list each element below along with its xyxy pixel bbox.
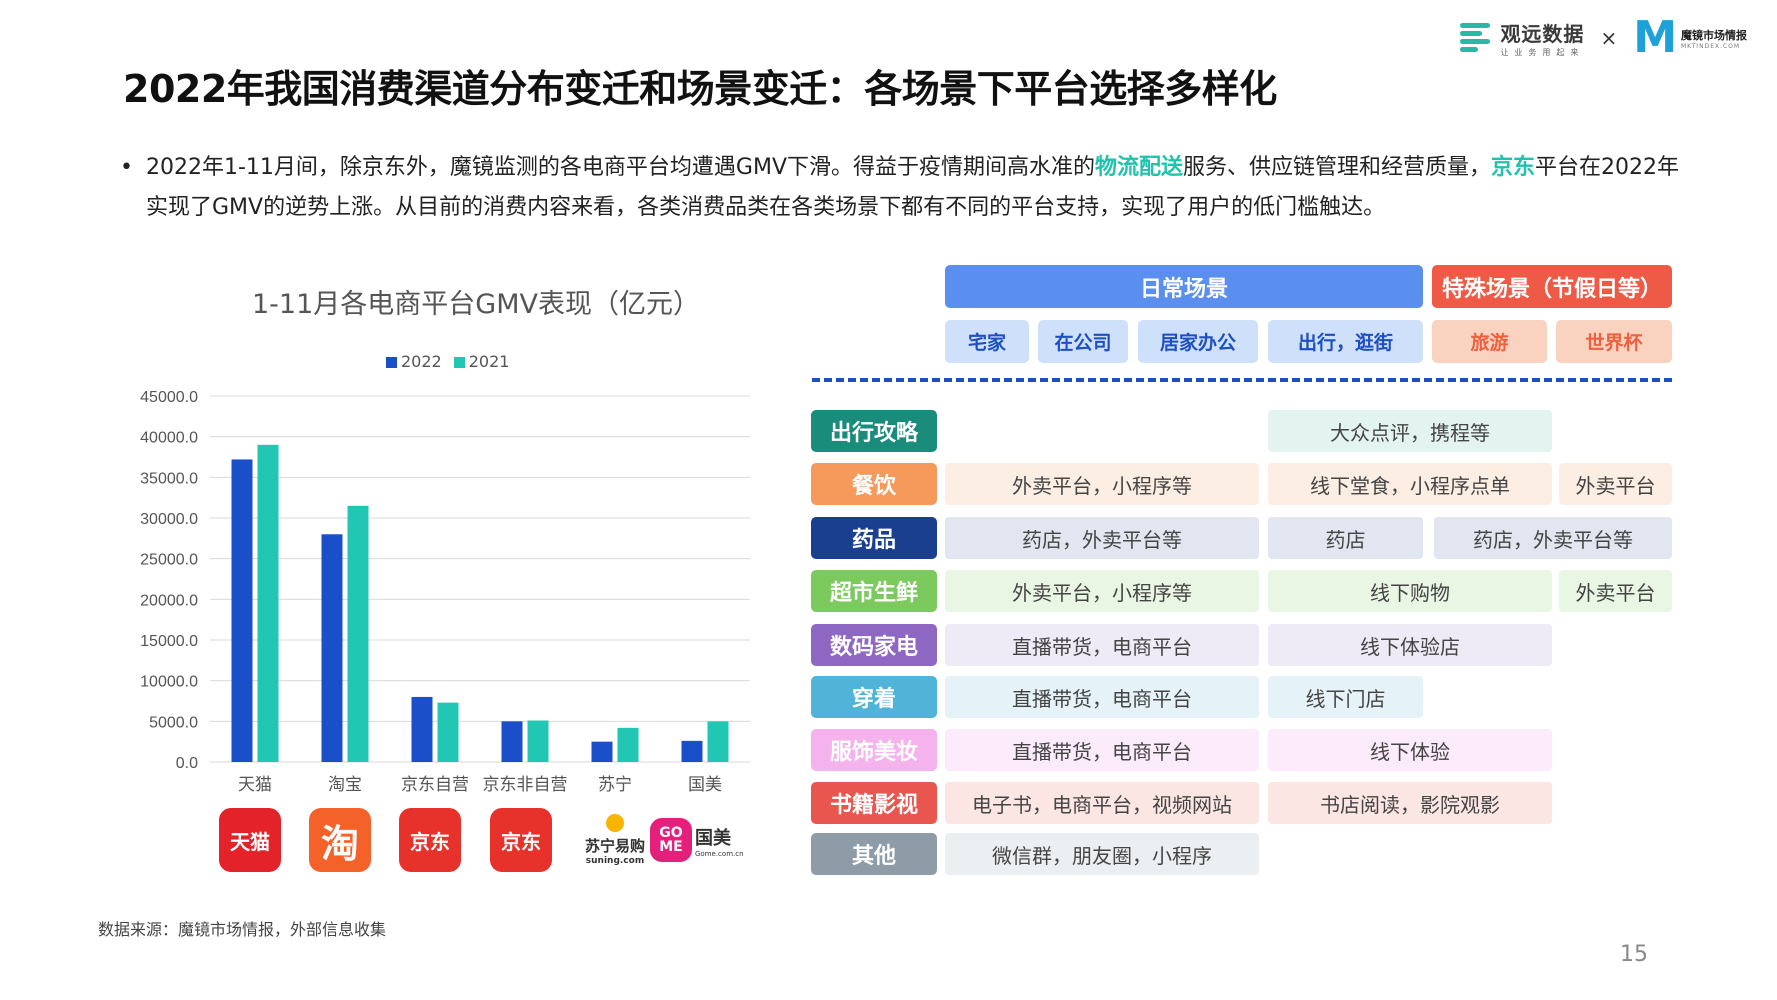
row-cell-1-b: 线下堂食，小程序点单 bbox=[1268, 463, 1552, 505]
y-tick-label: 5000.0 bbox=[149, 714, 198, 731]
bar-2021-1 bbox=[347, 505, 369, 762]
data-source: 数据来源：魔镜市场情报，外部信息收集 bbox=[98, 920, 387, 939]
x-tick-label: 淘宝 bbox=[328, 775, 362, 795]
row-label-3: 超市生鲜 bbox=[811, 570, 937, 612]
scene-sub-4: 旅游 bbox=[1432, 320, 1547, 363]
intro-highlight-logistics: 物流配送 bbox=[1095, 155, 1184, 180]
chart-legend: 2022 2021 bbox=[386, 352, 509, 371]
bar-2021-3 bbox=[527, 720, 549, 762]
row-cell-8-a: 微信群，朋友圈，小程序 bbox=[945, 833, 1259, 875]
bar-2021-2 bbox=[437, 702, 459, 762]
bar-2022-5 bbox=[681, 740, 703, 762]
y-tick-label: 10000.0 bbox=[140, 674, 198, 691]
row-cell-3-c: 外卖平台 bbox=[1559, 570, 1672, 612]
row-cell-1-c: 外卖平台 bbox=[1559, 463, 1672, 505]
row-cell-3-b: 线下购物 bbox=[1268, 570, 1552, 612]
row-cell-4-b: 线下体验店 bbox=[1268, 624, 1552, 666]
scene-sub-2: 居家办公 bbox=[1138, 320, 1258, 363]
x-tick-label: 京东自营 bbox=[401, 775, 469, 795]
mojing-logo: M 魔镜市场情报 MKTINDEX.COM bbox=[1633, 16, 1747, 60]
scene-sub-3: 出行，逛街 bbox=[1268, 320, 1423, 363]
legend-item-2021: 2021 bbox=[453, 352, 509, 371]
guanyuan-logo: 观远数据 让业务用起来 bbox=[1460, 18, 1584, 58]
suning-icon: 苏宁易购 suning.com bbox=[580, 808, 650, 872]
bar-2022-2 bbox=[411, 696, 433, 762]
jd-other-icon: 京东 bbox=[490, 808, 552, 872]
guanyuan-name: 观远数据 bbox=[1500, 22, 1585, 46]
row-cell-5-b: 线下门店 bbox=[1268, 676, 1423, 718]
chart-title: 1-11月各电商平台GMV表现（亿元） bbox=[252, 289, 700, 320]
dashed-divider bbox=[812, 378, 1672, 382]
page-number: 15 bbox=[1620, 942, 1648, 967]
row-cell-6-b: 线下体验 bbox=[1268, 729, 1552, 771]
row-cell-5-a: 直播带货，电商平台 bbox=[945, 676, 1259, 718]
jd-self-icon: 京东 bbox=[399, 808, 461, 872]
bar-2022-4 bbox=[591, 741, 613, 762]
scene-sub-1: 在公司 bbox=[1038, 320, 1128, 363]
times-sign: × bbox=[1600, 26, 1618, 50]
row-cell-2-c: 药店，外卖平台等 bbox=[1434, 517, 1672, 559]
scene-header-daily: 日常场景 bbox=[945, 265, 1423, 308]
y-tick-label: 25000.0 bbox=[140, 552, 198, 569]
scene-header-special: 特殊场景（节假日等） bbox=[1432, 265, 1672, 308]
y-tick-label: 15000.0 bbox=[140, 633, 198, 650]
row-label-4: 数码家电 bbox=[811, 624, 937, 666]
scene-sub-0: 宅家 bbox=[945, 320, 1029, 363]
row-cell-0-b: 大众点评，携程等 bbox=[1268, 410, 1552, 452]
row-cell-7-a: 电子书，电商平台，视频网站 bbox=[945, 782, 1259, 824]
gome-text: 国美 Gome.com.cn bbox=[695, 828, 744, 858]
y-tick-label: 40000.0 bbox=[140, 430, 198, 447]
intro-text-1: 2022年1-11月间，除京东外，魔镜监测的各电商平台均遭遇GMV下滑。得益于疫… bbox=[146, 155, 1095, 180]
y-tick-label: 0.0 bbox=[176, 755, 198, 772]
intro-text-2: 服务、供应链管理和经营质量， bbox=[1183, 155, 1492, 180]
scene-sub-5: 世界杯 bbox=[1556, 320, 1672, 363]
mojing-name: 魔镜市场情报 bbox=[1681, 28, 1747, 42]
header-logos: 观远数据 让业务用起来 × M 魔镜市场情报 MKTINDEX.COM bbox=[1460, 16, 1747, 60]
row-label-2: 药品 bbox=[811, 517, 937, 559]
taobao-icon: 淘 bbox=[309, 808, 371, 872]
x-tick-label: 苏宁 bbox=[598, 775, 632, 795]
mojing-logo-icon: M bbox=[1633, 12, 1677, 63]
bar-2021-0 bbox=[257, 444, 279, 762]
guanyuan-logo-icon bbox=[1460, 21, 1494, 55]
page-title: 2022年我国消费渠道分布变迁和场景变迁：各场景下平台选择多样化 bbox=[123, 67, 1277, 111]
row-label-5: 穿着 bbox=[811, 676, 937, 718]
mojing-sub: MKTINDEX.COM bbox=[1681, 42, 1741, 50]
gome-icon: GO ME bbox=[650, 818, 692, 862]
y-tick-label: 20000.0 bbox=[140, 592, 198, 609]
row-cell-7-b: 书店阅读，影院观影 bbox=[1268, 782, 1552, 824]
row-label-7: 书籍影视 bbox=[811, 782, 937, 824]
row-cell-3-a: 外卖平台，小程序等 bbox=[945, 570, 1259, 612]
bar-2021-5 bbox=[707, 721, 729, 762]
gmv-bar-chart: 0.0 5000.0 10000.0 15000.0 20000.0 25000.0 300… bbox=[140, 389, 750, 795]
intro-highlight-jd: 京东 bbox=[1491, 155, 1536, 180]
row-label-1: 餐饮 bbox=[811, 463, 937, 505]
bar-2022-0 bbox=[231, 459, 253, 762]
bullet: • bbox=[120, 155, 133, 180]
bar-2022-3 bbox=[501, 721, 523, 762]
bar-2021-4 bbox=[617, 727, 639, 762]
row-label-0: 出行攻略 bbox=[811, 410, 937, 452]
tmall-icon: 天猫 bbox=[219, 808, 281, 872]
row-label-8: 其他 bbox=[811, 833, 937, 875]
intro-paragraph: • 2022年1-11月间，除京东外，魔镜监测的各电商平台均遭遇GMV下滑。得益… bbox=[120, 148, 1680, 228]
x-tick-label: 国美 bbox=[688, 775, 722, 795]
row-cell-4-a: 直播带货，电商平台 bbox=[945, 624, 1259, 666]
legend-item-2022: 2022 bbox=[386, 352, 442, 371]
guanyuan-slogan: 让业务用起来 bbox=[1500, 48, 1585, 57]
y-tick-label: 45000.0 bbox=[140, 389, 198, 406]
x-tick-label: 天猫 bbox=[238, 775, 272, 795]
y-tick-label: 35000.0 bbox=[140, 470, 198, 487]
row-cell-2-b: 药店 bbox=[1268, 517, 1423, 559]
row-cell-1-a: 外卖平台，小程序等 bbox=[945, 463, 1259, 505]
row-cell-6-a: 直播带货，电商平台 bbox=[945, 729, 1259, 771]
y-tick-label: 30000.0 bbox=[140, 511, 198, 528]
row-cell-2-a: 药店，外卖平台等 bbox=[945, 517, 1259, 559]
bar-2022-1 bbox=[321, 534, 343, 762]
x-tick-label: 京东非自营 bbox=[483, 775, 568, 795]
row-label-6: 服饰美妆 bbox=[811, 729, 937, 771]
